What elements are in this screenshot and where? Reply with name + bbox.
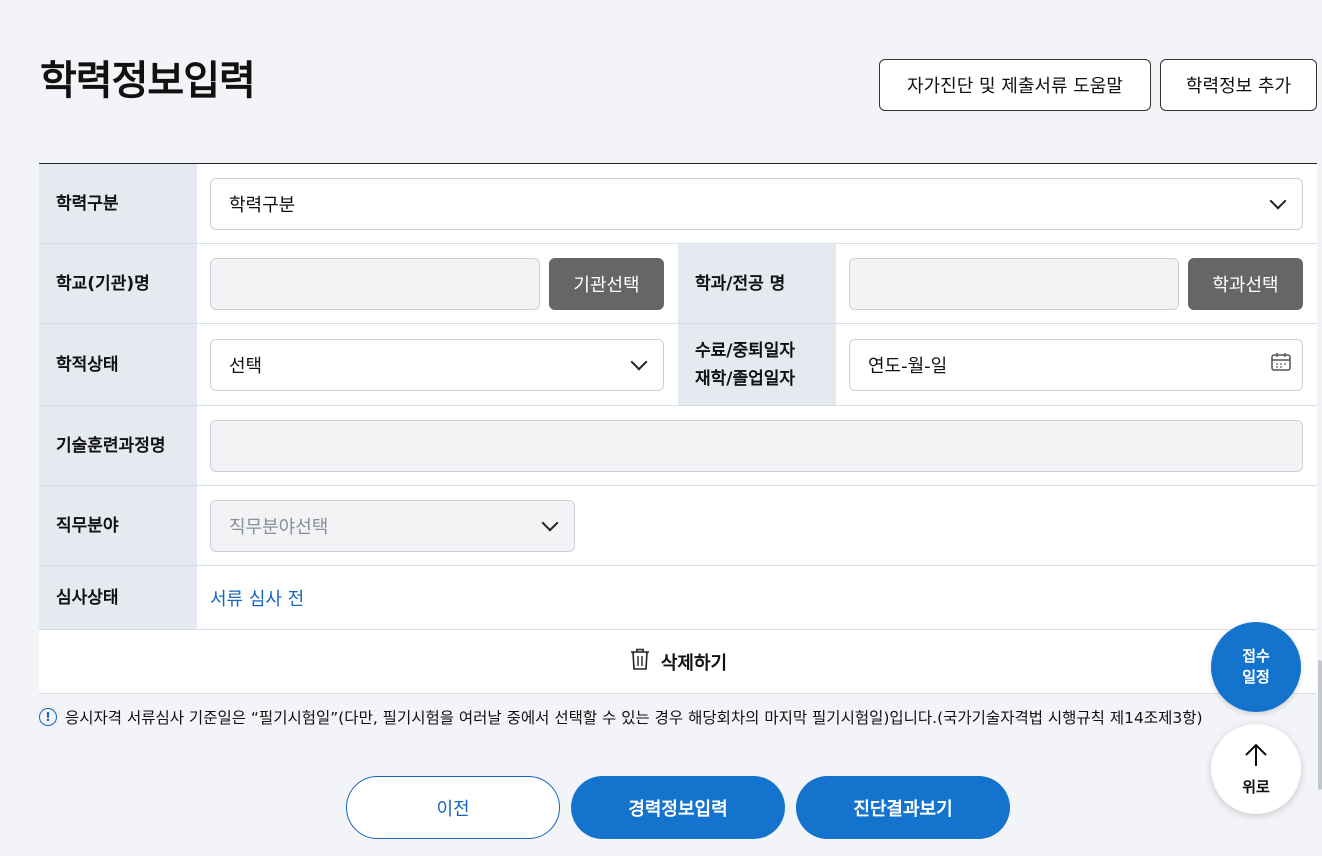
schedule-float-button[interactable]: 접수 일정 (1211, 622, 1301, 712)
diagnosis-result-button[interactable]: 진단결과보기 (796, 776, 1010, 839)
form-row-education-type: 학력구분 학력구분 (39, 164, 1317, 244)
academic-status-value: 선택 (229, 355, 263, 377)
training-course-input[interactable] (210, 419, 1303, 472)
notice-text: 응시자격 서류심사 기준일은 “필기시험일”(다만, 필기시험을 여러날 중에서… (65, 709, 1203, 727)
chevron-down-icon (541, 514, 559, 531)
major-label: 학과/전공 명 (678, 244, 836, 323)
page-title: 학력정보입력 (40, 58, 256, 104)
form-row-school-major: 학교(기관)명 기관선택 학과/전공 명 학과선택 (39, 244, 1317, 324)
major-input[interactable] (849, 257, 1179, 310)
training-course-label: 기술훈련과정명 (39, 406, 197, 485)
form-row-status-date: 학적상태 선택 수료/중퇴일자 재학/졸업일자 연도-월-일 (39, 324, 1317, 406)
career-info-button[interactable]: 경력정보입력 (571, 776, 785, 839)
academic-status-label: 학적상태 (39, 324, 197, 405)
date-label-line1: 수료/중퇴일자 (695, 340, 796, 361)
scroll-top-label: 위로 (1242, 777, 1270, 796)
education-type-value: 학력구분 (229, 194, 296, 216)
job-field-value: 직무분야선택 (229, 516, 329, 538)
add-education-button[interactable]: 학력정보 추가 (1160, 59, 1317, 111)
education-type-select[interactable]: 학력구분 (210, 177, 1303, 230)
select-department-button[interactable]: 학과선택 (1188, 257, 1303, 310)
education-form: 학력구분 학력구분 학교(기관)명 기관선택 학과/전공 명 학과선택 학적상태… (39, 163, 1317, 694)
education-type-label: 학력구분 (39, 164, 197, 243)
form-row-training-course: 기술훈련과정명 (39, 406, 1317, 486)
date-placeholder: 연도-월-일 (868, 355, 948, 377)
help-button[interactable]: 자가진단 및 제출서류 도움말 (879, 59, 1151, 111)
review-status-value: 서류 심사 전 (210, 588, 305, 610)
notice: ! 응시자격 서류심사 기준일은 “필기시험일”(다만, 필기시험을 여러날 중… (39, 706, 1203, 728)
job-field-select[interactable]: 직무분야선택 (210, 499, 575, 552)
academic-status-select[interactable]: 선택 (210, 338, 664, 391)
prev-button[interactable]: 이전 (346, 776, 560, 839)
review-status-label: 심사상태 (39, 566, 197, 629)
job-field-label: 직무분야 (39, 486, 197, 565)
calendar-icon[interactable] (1270, 351, 1292, 378)
form-row-job-field: 직무분야 직무분야선택 (39, 486, 1317, 566)
chevron-down-icon (1269, 192, 1287, 209)
scrollbar[interactable] (1318, 660, 1322, 790)
delete-label: 삭제하기 (660, 652, 728, 674)
date-input[interactable]: 연도-월-일 (849, 338, 1303, 391)
select-institution-button[interactable]: 기관선택 (549, 257, 664, 310)
form-row-review-status: 심사상태 서류 심사 전 (39, 566, 1317, 630)
school-input[interactable] (210, 257, 540, 310)
chevron-down-icon (630, 353, 648, 370)
schedule-line2: 일정 (1242, 668, 1270, 686)
arrow-up-icon (1243, 742, 1269, 772)
date-label-line2: 재학/졸업일자 (695, 368, 796, 389)
scroll-top-button[interactable]: 위로 (1211, 724, 1301, 814)
schedule-line1: 접수 (1242, 647, 1270, 665)
date-label: 수료/중퇴일자 재학/졸업일자 (678, 324, 836, 405)
trash-icon (629, 647, 651, 676)
delete-button[interactable]: 삭제하기 (39, 630, 1317, 694)
exclamation-circle-icon: ! (39, 708, 57, 726)
school-label: 학교(기관)명 (39, 244, 197, 323)
